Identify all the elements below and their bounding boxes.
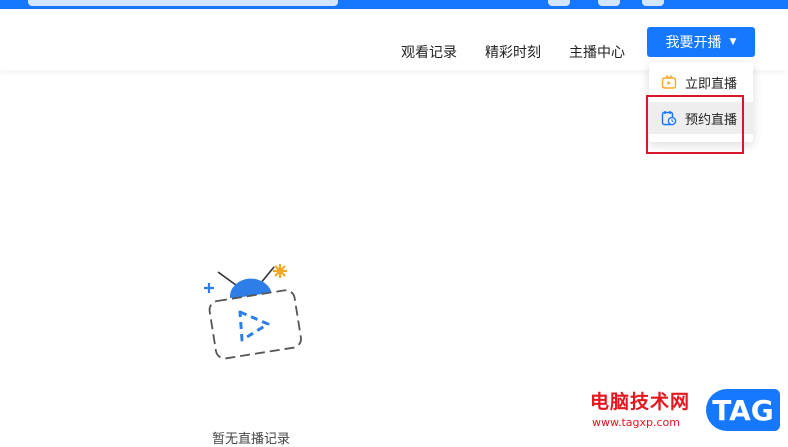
nav-streamer-center[interactable]: 主播中心: [569, 42, 625, 62]
watermark: 电脑技术网 www.tagxp.com TAG: [590, 385, 780, 437]
menu-item-label: 立即直播: [685, 76, 738, 92]
annotation-highlight-box: [646, 95, 744, 154]
toolbar-button[interactable]: [548, 0, 570, 6]
nav-highlights[interactable]: 精彩时刻: [485, 42, 541, 62]
tv-play-icon: [196, 258, 306, 368]
start-broadcast-label: 我要开播: [665, 35, 722, 51]
menu-item-live-now[interactable]: 立即直播: [649, 66, 753, 98]
tv-icon: [661, 74, 677, 90]
search-bar[interactable]: [28, 0, 338, 6]
toolbar-button[interactable]: [598, 0, 620, 6]
watermark-site-name: 电脑技术网: [590, 391, 691, 413]
start-broadcast-button[interactable]: 我要开播 ▼: [647, 27, 755, 57]
page-header: 观看记录 精彩时刻 主播中心 我要开播 ▼: [0, 9, 788, 70]
top-toolbar: [0, 0, 788, 9]
nav-watch-history[interactable]: 观看记录: [401, 42, 457, 62]
toolbar-button[interactable]: [642, 0, 664, 6]
empty-state-text: 暂无直播记录: [212, 432, 291, 447]
watermark-badge: TAG: [706, 389, 780, 431]
watermark-url: www.tagxp.com: [592, 416, 680, 429]
caret-down-icon: ▼: [729, 37, 737, 47]
